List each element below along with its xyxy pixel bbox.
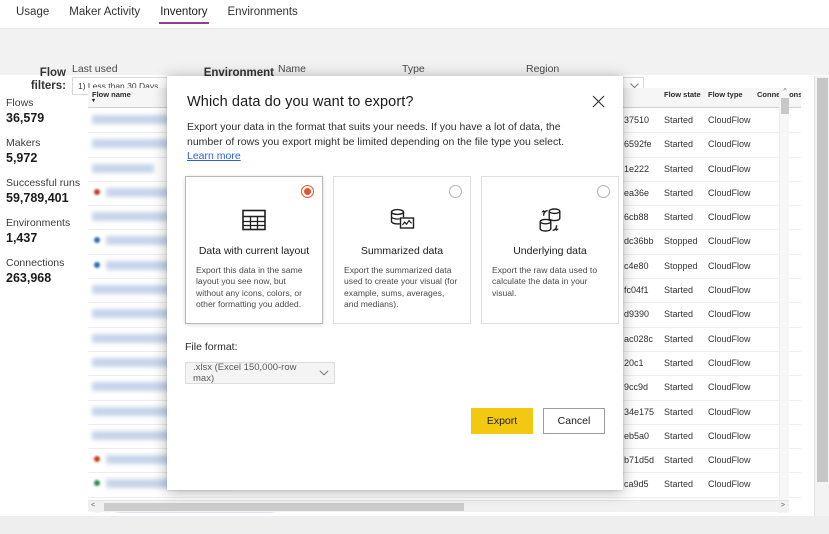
option-title-summarized-data: Summarized data (360, 245, 444, 257)
learn-more-link[interactable]: Learn more (187, 150, 241, 162)
radio-summarized-data[interactable] (449, 185, 462, 198)
option-title-underlying-data: Underlying data (513, 245, 587, 257)
dialog-actions: Export Cancel (471, 408, 605, 434)
close-icon[interactable] (587, 90, 609, 112)
export-option-cards: Data with current layout Export this dat… (185, 176, 619, 324)
cancel-button[interactable]: Cancel (543, 408, 605, 434)
option-description-data-with-current-layout: Export this data in the same layout you … (196, 265, 303, 310)
summarized-data-icon (334, 203, 470, 237)
file-format-value: .xlsx (Excel 150,000-row max) (193, 362, 297, 384)
option-card-underlying-data[interactable]: Underlying data Export the raw data used… (481, 176, 619, 324)
file-format-label: File format: (185, 341, 238, 353)
chevron-down-icon (319, 370, 329, 376)
dialog-description-text: Export your data in the format that suit… (187, 121, 565, 148)
dialog-title: Which data do you want to export? (187, 94, 414, 110)
export-data-dialog: Which data do you want to export? Export… (167, 76, 623, 490)
dialog-description: Export your data in the format that suit… (187, 120, 593, 164)
option-description-summarized-data: Export the summarized data used to creat… (344, 265, 458, 310)
table-grid-icon (186, 203, 322, 237)
option-card-summarized-data[interactable]: Summarized data Export the summarized da… (333, 176, 471, 324)
underlying-data-icon (482, 203, 618, 237)
app-root: Usage Maker Activity Inventory Environme… (0, 0, 829, 534)
option-card-data-with-current-layout[interactable]: Data with current layout Export this dat… (185, 176, 323, 324)
radio-underlying-data[interactable] (597, 185, 610, 198)
export-button[interactable]: Export (471, 408, 533, 434)
file-format-select[interactable]: .xlsx (Excel 150,000-row max) (185, 362, 335, 384)
option-title-data-with-current-layout: Data with current layout (198, 245, 310, 257)
radio-data-with-current-layout[interactable] (301, 185, 314, 198)
option-description-underlying-data: Export the raw data used to calculate th… (492, 265, 598, 298)
